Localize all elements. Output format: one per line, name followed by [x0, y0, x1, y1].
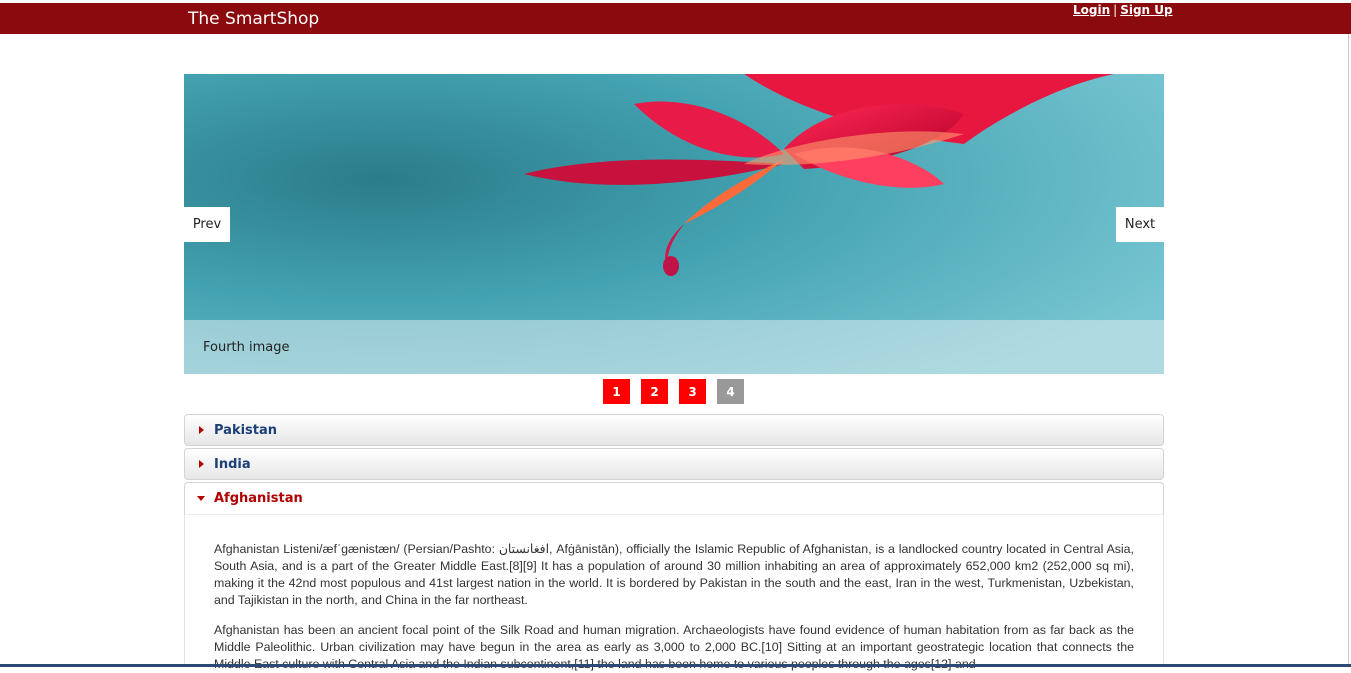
scrollbar-edge: [1348, 34, 1349, 667]
accordion-india-header[interactable]: India: [184, 448, 1164, 480]
page-3-button[interactable]: 3: [679, 379, 706, 404]
accordion-afghanistan-panel: Afghanistan Listeni/æfˈɡænɨstæn/ (Persia…: [184, 515, 1164, 671]
auth-separator: |: [1113, 3, 1118, 17]
login-link[interactable]: Login: [1073, 3, 1110, 17]
page-4-button[interactable]: 4: [717, 379, 744, 404]
accordion-pakistan-header[interactable]: Pakistan: [184, 414, 1164, 446]
auth-links: Login | Sign Up: [1073, 3, 1173, 17]
accordion-label: India: [214, 457, 251, 472]
accordion-label: Afghanistan: [214, 491, 303, 506]
signup-link[interactable]: Sign Up: [1120, 3, 1172, 17]
content-paragraph: Afghanistan Listeni/æfˈɡænɨstæn/ (Persia…: [214, 542, 1134, 607]
image-slider: Prev Next Fourth image: [184, 74, 1164, 374]
top-bar: The SmartShop Login | Sign Up: [0, 3, 1351, 34]
site-title[interactable]: The SmartShop: [188, 9, 319, 29]
accordion-label: Pakistan: [214, 423, 278, 438]
page-1-button[interactable]: 1: [603, 379, 630, 404]
caret-down-icon: [197, 496, 205, 501]
slide-caption: Fourth image: [184, 320, 1164, 374]
prev-button[interactable]: Prev: [184, 207, 230, 242]
next-button[interactable]: Next: [1116, 207, 1164, 242]
accordion-afghanistan-header[interactable]: Afghanistan: [184, 482, 1164, 515]
caret-right-icon: [199, 460, 204, 468]
caption-text: Fourth image: [203, 340, 290, 355]
page-2-button[interactable]: 2: [641, 379, 668, 404]
caret-right-icon: [199, 426, 204, 434]
